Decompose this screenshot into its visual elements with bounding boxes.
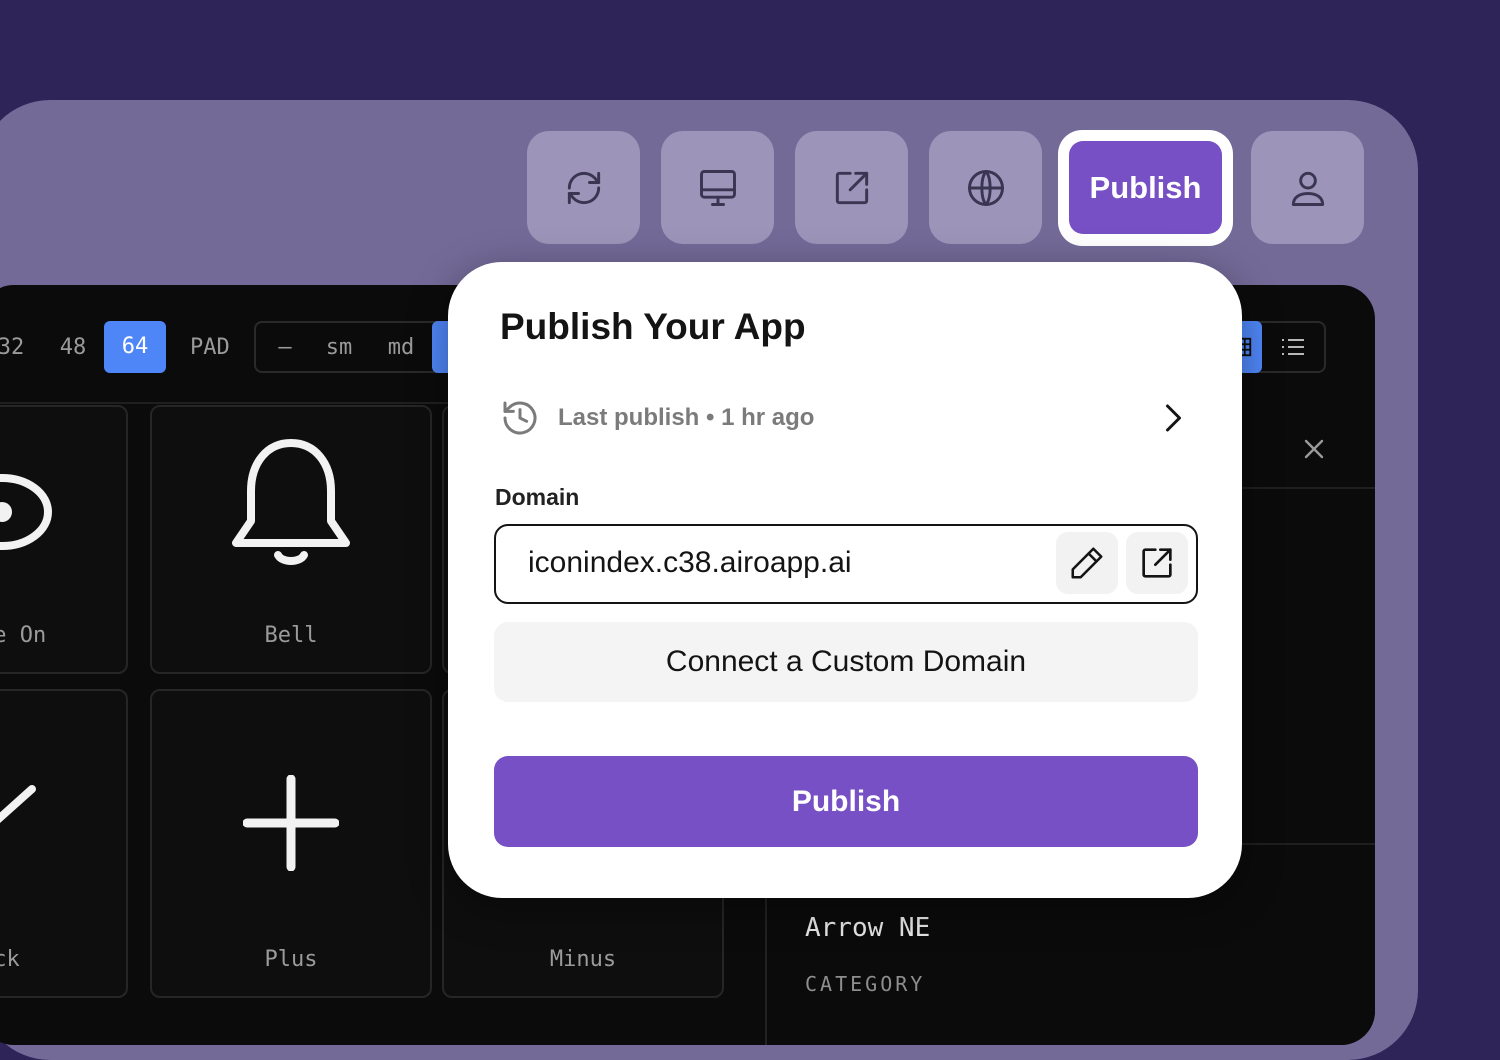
domain-settings-button[interactable] bbox=[929, 131, 1042, 244]
toolbar-divider bbox=[0, 402, 450, 404]
bell-icon bbox=[232, 439, 350, 565]
external-link-icon bbox=[1142, 548, 1172, 578]
close-icon[interactable] bbox=[1302, 437, 1326, 461]
refresh-button[interactable] bbox=[527, 131, 640, 244]
icon-tile[interactable]: le On bbox=[0, 405, 128, 674]
pad-selector: – sm md bbox=[254, 321, 470, 373]
size-option-32[interactable]: 32 bbox=[0, 335, 42, 360]
list-view-button[interactable] bbox=[1262, 336, 1324, 358]
open-domain-button[interactable] bbox=[1126, 532, 1188, 594]
history-icon bbox=[503, 401, 537, 435]
edit-domain-button[interactable] bbox=[1056, 532, 1118, 594]
pad-option-none[interactable]: – bbox=[262, 335, 308, 360]
pencil-icon bbox=[1071, 547, 1103, 579]
globe-icon bbox=[967, 169, 1004, 206]
domain-label: Domain bbox=[495, 484, 580, 510]
eye-icon bbox=[0, 474, 52, 550]
icon-tile[interactable]: Plus bbox=[150, 689, 432, 998]
size-option-64[interactable]: 64 bbox=[104, 321, 166, 373]
pad-option-sm[interactable]: sm bbox=[308, 335, 370, 360]
plus-icon bbox=[243, 775, 339, 871]
list-icon bbox=[1282, 339, 1304, 355]
profile-button[interactable] bbox=[1251, 131, 1364, 244]
publish-history-row[interactable]: Last publish • 1 hr ago bbox=[500, 392, 1190, 444]
icon-tile-label: Plus bbox=[264, 947, 318, 972]
publish-toolbar-button[interactable]: Publish bbox=[1069, 141, 1222, 234]
size-option-48[interactable]: 48 bbox=[42, 335, 104, 360]
pad-option-md[interactable]: md bbox=[370, 335, 432, 360]
icon-tile-label: le On bbox=[0, 623, 47, 648]
publish-modal: Publish Your App Last publish • 1 hr ago… bbox=[448, 262, 1242, 898]
icon-tile[interactable]: Bell bbox=[150, 405, 432, 674]
modal-title: Publish Your App bbox=[500, 306, 806, 347]
domain-field[interactable]: iconindex.c38.airoapp.ai bbox=[494, 524, 1198, 604]
desktop-preview-button[interactable] bbox=[661, 131, 774, 244]
category-label: CATEGORY bbox=[805, 972, 926, 996]
monitor-icon bbox=[699, 169, 736, 206]
user-icon bbox=[1291, 171, 1324, 206]
icon-tile-label: Minus bbox=[549, 947, 617, 972]
domain-value: iconindex.c38.airoapp.ai bbox=[528, 546, 852, 579]
refresh-icon bbox=[567, 171, 600, 204]
chevron-right-icon bbox=[1166, 404, 1181, 432]
size-selector: 32 48 64 bbox=[0, 321, 166, 373]
icon-tile[interactable]: eck bbox=[0, 689, 128, 998]
publish-button[interactable]: Publish bbox=[494, 756, 1198, 847]
connect-custom-domain-button[interactable]: Connect a Custom Domain bbox=[494, 622, 1198, 702]
external-link-icon bbox=[835, 171, 868, 204]
icon-tile-label: Bell bbox=[264, 623, 318, 648]
last-publish-text: Last publish • 1 hr ago bbox=[558, 404, 815, 431]
pad-label: PAD bbox=[190, 334, 230, 360]
icon-name: Arrow NE bbox=[805, 913, 931, 943]
icon-tile-label: eck bbox=[0, 947, 20, 972]
open-external-button[interactable] bbox=[795, 131, 908, 244]
check-icon bbox=[0, 785, 36, 824]
